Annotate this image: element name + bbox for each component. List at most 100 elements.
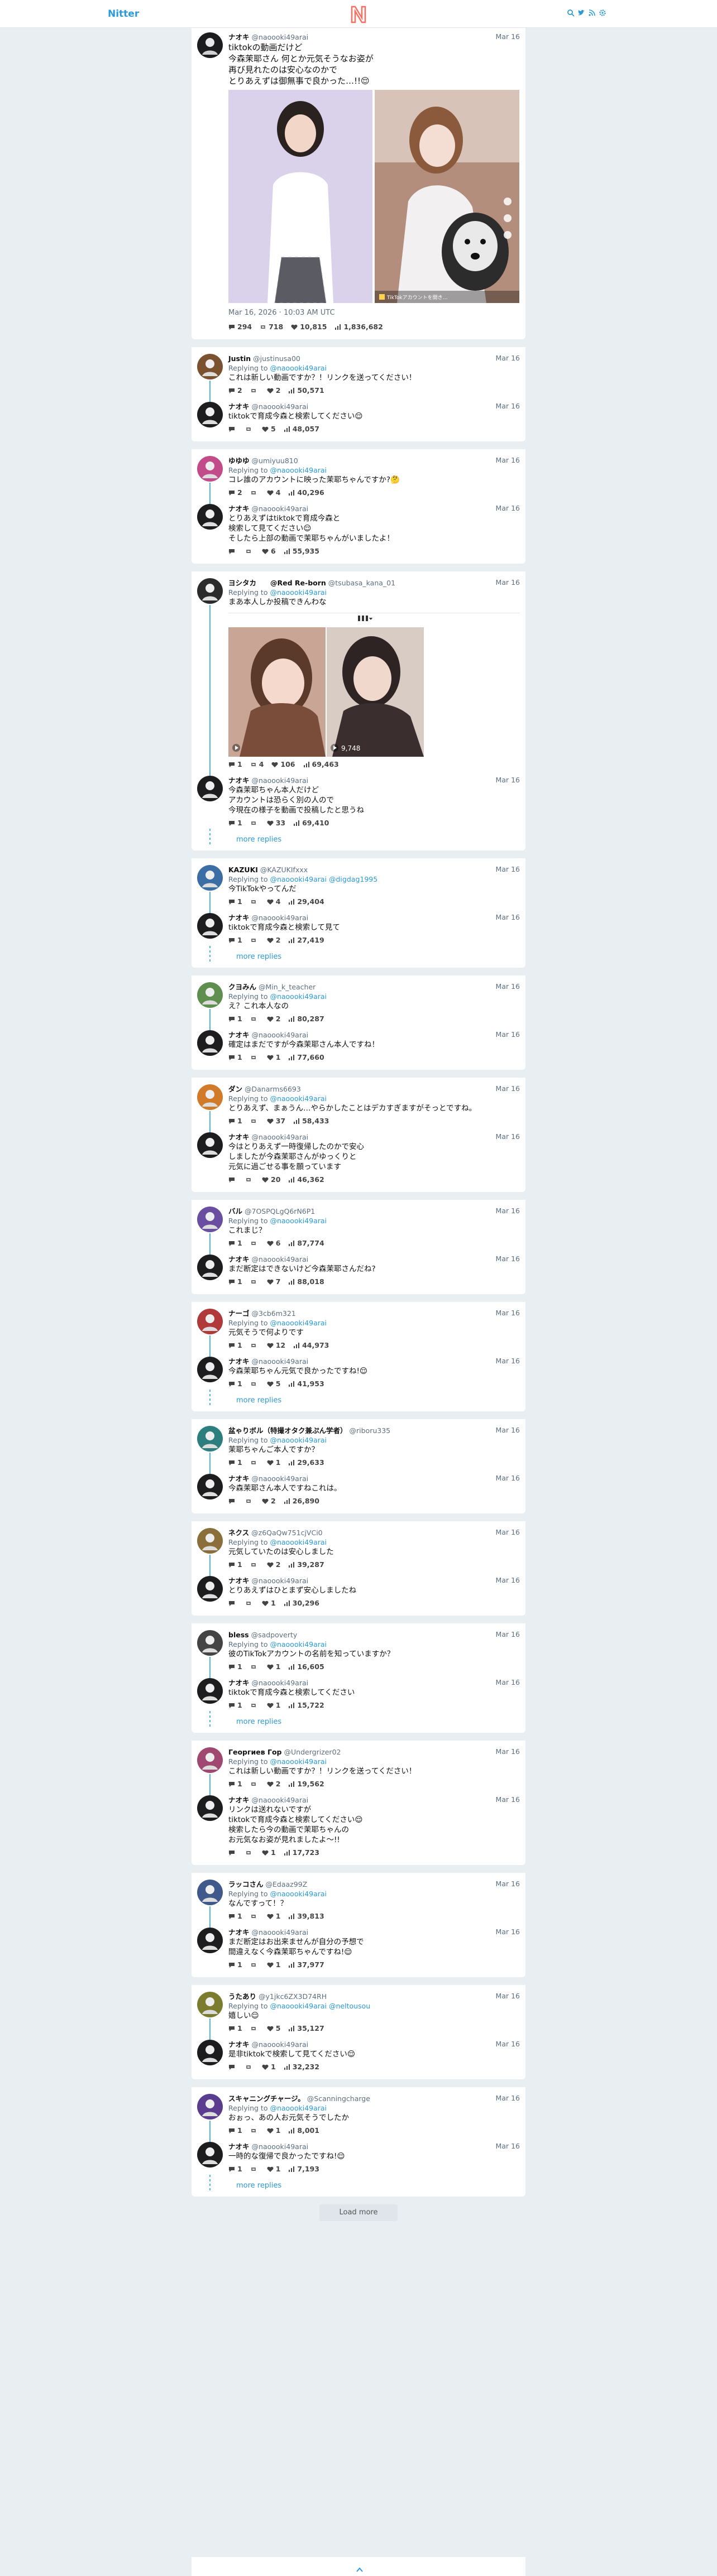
stat-likes[interactable]: 33 bbox=[267, 819, 285, 828]
stat-views[interactable]: 41,953 bbox=[288, 1380, 324, 1388]
stat-views[interactable]: 17,723 bbox=[284, 1848, 319, 1857]
tweet-date[interactable]: Mar 16 bbox=[496, 913, 520, 921]
username[interactable]: @naoooki49arai bbox=[252, 1928, 309, 1936]
stat-views[interactable]: 44,973 bbox=[293, 1341, 329, 1350]
display-name[interactable]: ナオキ bbox=[228, 2142, 250, 2151]
tweet-date[interactable]: Mar 16 bbox=[496, 578, 520, 587]
reply-tweet[interactable]: ナオキ @naoooki49arai Mar 16 tiktokで育成今森と検索してく… bbox=[197, 398, 520, 437]
replying-to-link[interactable]: @naoooki49arai bbox=[270, 1319, 327, 1327]
reply-tweet[interactable]: ナオキ @naoooki49arai Mar 16 是非tiktokで検索して見てくだ… bbox=[197, 2036, 520, 2075]
stat-likes[interactable]: 1 bbox=[267, 1053, 280, 1062]
replying-to-link[interactable]: @naoooki49arai @neltousou bbox=[270, 2002, 370, 2010]
stat-likes[interactable]: 1 bbox=[267, 2165, 280, 2174]
stat-retweets[interactable] bbox=[250, 1277, 259, 1286]
replying-to-link[interactable]: @naoooki49arai bbox=[270, 2104, 327, 2112]
stat-likes[interactable]: 2 bbox=[262, 1497, 276, 1506]
stat-retweets[interactable] bbox=[250, 1341, 259, 1350]
replying-to-link[interactable]: @naoooki49arai bbox=[270, 1890, 327, 1898]
stat-replies[interactable]: 1 bbox=[228, 1780, 242, 1789]
reply-tweet[interactable]: ナオキ @naoooki49arai Mar 16 確定はまだですが今森茉耶さん本人で… bbox=[197, 1027, 520, 1065]
stat-views[interactable]: 69,463 bbox=[303, 760, 339, 769]
stat-retweets[interactable] bbox=[250, 1053, 259, 1062]
stat-likes[interactable]: 12 bbox=[267, 1341, 285, 1350]
stat-retweets[interactable] bbox=[250, 2024, 259, 2033]
stat-replies[interactable] bbox=[228, 547, 237, 556]
username[interactable]: @naoooki49arai bbox=[252, 504, 309, 513]
stat-retweets[interactable] bbox=[250, 1239, 259, 1248]
username[interactable]: @umiyuu810 bbox=[252, 456, 298, 465]
stat-replies[interactable]: 1 bbox=[228, 1117, 242, 1126]
avatar[interactable] bbox=[197, 1928, 223, 1953]
more-replies-link[interactable]: more replies bbox=[197, 946, 520, 963]
display-name[interactable]: バル bbox=[228, 1207, 242, 1215]
username[interactable]: @naoooki49arai bbox=[252, 1577, 309, 1585]
username[interactable]: @Undergrizer02 bbox=[284, 1748, 341, 1756]
stat-retweets[interactable]: 4 bbox=[250, 760, 264, 769]
stat-retweets[interactable] bbox=[250, 1117, 259, 1126]
stat-views[interactable]: 88,018 bbox=[288, 1277, 324, 1286]
reply-tweet[interactable]: ネクス @z6QaQw751cjVCi0 Mar 16 Replying to @na… bbox=[197, 1525, 520, 1576]
stat-views[interactable]: 37,977 bbox=[288, 1960, 324, 1969]
stat-likes[interactable]: 7 bbox=[267, 1277, 280, 1286]
replying-to-link[interactable]: @naoooki49arai @digdag1995 bbox=[270, 875, 377, 883]
avatar[interactable] bbox=[197, 1030, 223, 1056]
display-name[interactable]: ナオキ bbox=[228, 776, 250, 785]
replying-to-link[interactable]: @naoooki49arai bbox=[270, 1757, 327, 1766]
username[interactable]: @naoooki49arai bbox=[252, 402, 309, 411]
tweet-date[interactable]: Mar 16 bbox=[496, 1992, 520, 2000]
replying-to-link[interactable]: @naoooki49arai bbox=[270, 466, 327, 474]
stat-views[interactable]: 7,193 bbox=[288, 2165, 319, 2174]
display-name[interactable]: ナオキ bbox=[228, 1474, 250, 1483]
stat-views[interactable]: 50,571 bbox=[288, 386, 324, 395]
tweet-date[interactable]: Mar 16 bbox=[496, 1474, 520, 1482]
tweet-date[interactable]: Mar 16 bbox=[496, 1928, 520, 1936]
display-name[interactable]: ラッコさん bbox=[228, 1880, 264, 1888]
stat-retweets[interactable] bbox=[250, 488, 259, 497]
stat-likes[interactable]: 1 bbox=[267, 1458, 280, 1467]
more-replies-link[interactable]: more replies bbox=[197, 829, 520, 846]
display-name[interactable]: うたあり bbox=[228, 1992, 256, 2001]
reply-tweet[interactable]: クヨみん @Min_k_teacher Mar 16 Replying to @nao… bbox=[197, 979, 520, 1030]
stat-retweets[interactable] bbox=[250, 1780, 259, 1789]
reply-tweet[interactable]: バル @7OSPQLgQ6rN6P1 Mar 16 Replying to @naoo… bbox=[197, 1203, 520, 1255]
stat-retweets[interactable] bbox=[250, 1380, 259, 1388]
avatar[interactable] bbox=[197, 982, 223, 1008]
stat-replies[interactable]: 1 bbox=[228, 1960, 242, 1969]
avatar[interactable] bbox=[197, 776, 223, 801]
stat-views[interactable]: 80,287 bbox=[288, 1015, 324, 1023]
stat-likes[interactable]: 2 bbox=[267, 1560, 280, 1569]
avatar[interactable] bbox=[197, 2142, 223, 2168]
reply-tweet[interactable]: うたあり @y1jkc6ZX3D74RH Mar 16 Replying to @na… bbox=[197, 1988, 520, 2040]
tweet-date[interactable]: Mar 16 bbox=[496, 776, 520, 784]
stat-views[interactable]: 29,404 bbox=[288, 897, 324, 906]
username[interactable]: @naoooki49arai bbox=[252, 2040, 309, 2049]
display-name[interactable]: ナオキ bbox=[228, 1133, 250, 1141]
avatar[interactable] bbox=[197, 456, 223, 482]
username[interactable]: @naoooki49arai bbox=[252, 914, 309, 922]
stat-views[interactable]: 19,562 bbox=[288, 1780, 324, 1789]
stat-views[interactable]: 46,362 bbox=[288, 1175, 324, 1184]
tweet-date[interactable]: Mar 16 bbox=[496, 1030, 520, 1039]
reply-tweet[interactable]: ナオキ @naoooki49arai Mar 16 リンクは送れないですが tikto… bbox=[197, 1792, 520, 1861]
display-name[interactable]: ネクス bbox=[228, 1529, 249, 1537]
display-name[interactable]: ゆゆゆ bbox=[228, 456, 250, 465]
tweet-date[interactable]: Mar 16 bbox=[496, 1309, 520, 1317]
reply-tweet[interactable]: bless @sadpoverty Mar 16 Replying to @naooo… bbox=[197, 1627, 520, 1678]
stat-retweets[interactable] bbox=[250, 1662, 259, 1671]
replying-to-link[interactable]: @naoooki49arai bbox=[270, 1094, 327, 1103]
reply-tweet[interactable]: ナオキ @naoooki49arai Mar 16 今森茉耶さん本人ですねこれは。 2 2… bbox=[197, 1470, 520, 1509]
replying-to-link[interactable]: @naoooki49arai bbox=[270, 1640, 327, 1649]
stat-views[interactable]: 27,419 bbox=[288, 936, 324, 945]
stat-views[interactable]: 77,660 bbox=[288, 1053, 324, 1062]
username[interactable]: @justinusa00 bbox=[253, 354, 300, 363]
stat-retweets[interactable]: 718 bbox=[260, 323, 283, 331]
replying-to-link[interactable]: @naoooki49arai bbox=[270, 364, 327, 372]
avatar[interactable] bbox=[197, 1426, 223, 1452]
stat-retweets[interactable] bbox=[250, 1912, 259, 1921]
display-name[interactable]: KAZUKI bbox=[228, 866, 258, 874]
tweet-date[interactable]: Mar 16 bbox=[496, 1630, 520, 1638]
quote-video[interactable] bbox=[228, 627, 326, 757]
stat-likes[interactable]: 106 bbox=[271, 760, 295, 769]
stat-retweets[interactable] bbox=[245, 425, 254, 434]
reply-tweet[interactable]: Георгиев Гор @Undergrizer02 Mar 16 Replying… bbox=[197, 1744, 520, 1795]
